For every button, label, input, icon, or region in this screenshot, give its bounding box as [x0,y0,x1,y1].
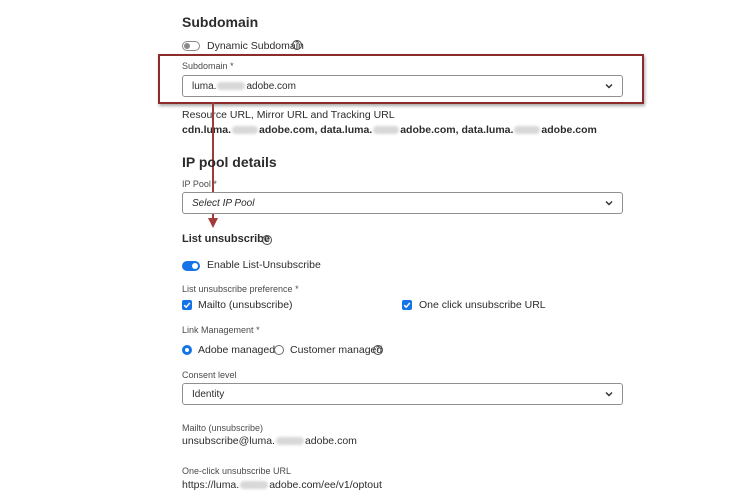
adobe-managed-radio[interactable] [182,345,192,355]
ip-pool-placeholder: Select IP Pool [192,198,255,209]
ip-pool-section-title: IP pool details [182,154,277,170]
customer-managed-label: Customer managed [290,344,383,356]
customer-managed-radio[interactable] [274,345,284,355]
subdomain-value: luma. adobe.com [192,81,296,92]
one-click-url-value: https://luma. adobe.com/ee/v1/optout [182,479,382,491]
help-circle-icon[interactable]: ? [292,40,302,50]
one-click-url-label: One-click unsubscribe URL [182,466,292,476]
link-management-label: Link Management * [182,325,260,335]
ip-pool-field-label: IP Pool * [182,179,217,189]
subdomain-field-label: Subdomain * [182,61,234,71]
enable-list-unsubscribe-label: Enable List-Unsubscribe [207,259,321,271]
adobe-managed-label: Adobe managed [198,344,276,356]
help-circle-icon[interactable]: ? [262,235,272,245]
resource-url-value: cdn.luma. adobe.com, data.luma. adobe.com,… [182,124,597,136]
one-click-checkbox-label: One click unsubscribe URL [419,299,546,311]
list-unsubscribe-title: List unsubscribe [182,233,271,245]
subdomain-section-title: Subdomain [182,14,259,30]
checkmark-icon [183,302,191,309]
chevron-down-icon [605,201,613,206]
checkmark-icon [403,302,411,309]
enable-list-unsubscribe-toggle[interactable] [182,261,200,271]
mailto-field-label: Mailto (unsubscribe) [182,423,264,433]
consent-level-value: Identity [192,389,225,400]
chevron-down-icon [605,392,613,397]
unsubscribe-preference-label: List unsubscribe preference * [182,284,299,294]
consent-level-label: Consent level [182,370,237,380]
one-click-checkbox[interactable] [402,300,412,310]
consent-level-select[interactable]: Identity [182,383,623,405]
dynamic-subdomain-toggle[interactable] [182,41,200,51]
chevron-down-icon [605,84,613,89]
dynamic-subdomain-label: Dynamic Subdomain [207,40,304,52]
help-circle-icon[interactable]: ? [373,345,383,355]
subdomain-select[interactable]: luma. adobe.com [182,75,623,97]
mailto-field-value: unsubscribe@luma. adobe.com [182,435,357,447]
mailto-checkbox[interactable] [182,300,192,310]
mailto-checkbox-label: Mailto (unsubscribe) [198,299,293,311]
ip-pool-select[interactable]: Select IP Pool [182,192,623,214]
